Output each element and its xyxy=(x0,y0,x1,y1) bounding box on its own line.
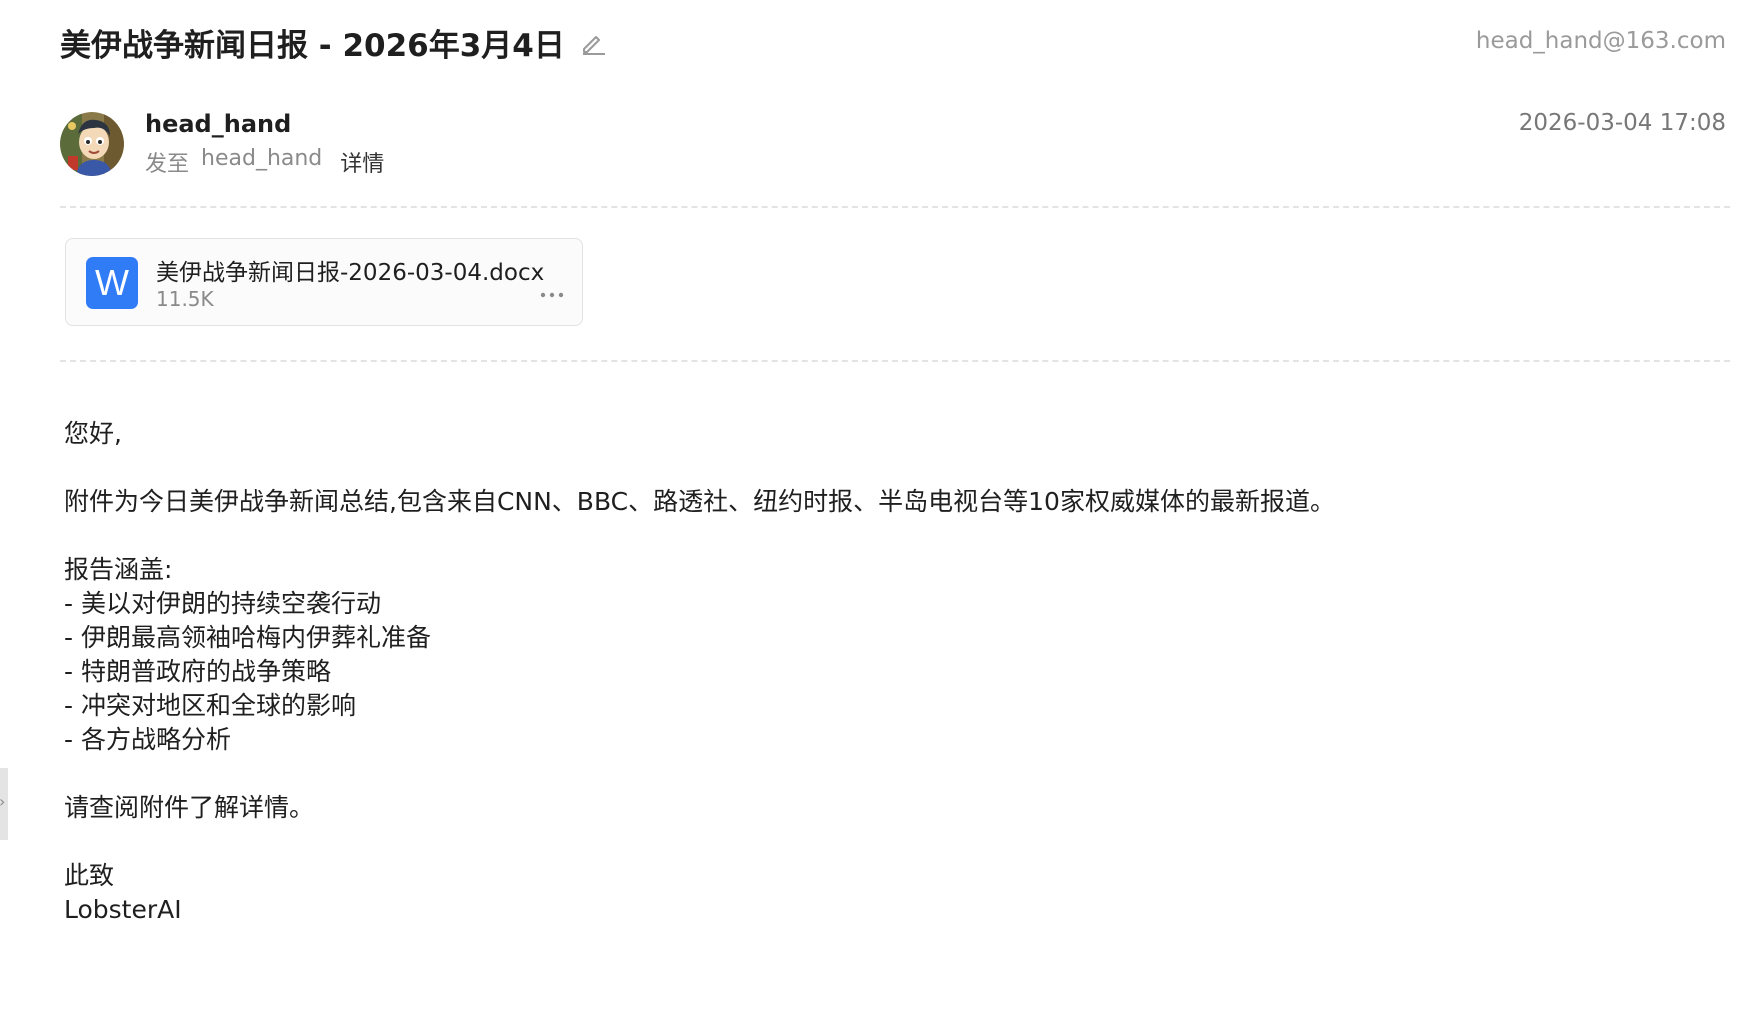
body-signature: LobsterAI xyxy=(64,895,182,924)
email-body: 您好, 附件为今日美伊战争新闻总结,包含来自CNN、BBC、路透社、纽约时报、半… xyxy=(64,417,1335,927)
sidebar-expand-tab[interactable]: › xyxy=(0,768,8,840)
sender-avatar[interactable] xyxy=(60,112,124,176)
body-report-heading: 报告涵盖: xyxy=(64,555,173,584)
attachment-filename[interactable]: 美伊战争新闻日报-2026-03-04.docx xyxy=(156,253,544,287)
recipient-name[interactable]: head_hand xyxy=(201,146,322,178)
subject-text: 美伊战争新闻日报 - 2026年3月4日 xyxy=(60,27,565,64)
more-horizontal-icon[interactable] xyxy=(538,285,566,305)
list-item: - 伊朗最高领袖哈梅内伊葬礼准备 xyxy=(64,623,431,652)
recipient-line: 发至 head_hand 详情 xyxy=(145,146,384,178)
list-item: - 各方战略分析 xyxy=(64,725,231,754)
attachment-divider xyxy=(60,360,1730,362)
list-item: - 美以对伊朗的持续空袭行动 xyxy=(64,589,381,618)
body-closing: 请查阅附件了解详情。 xyxy=(64,793,315,822)
body-greeting: 您好, xyxy=(64,419,122,448)
account-email: head_hand@163.com xyxy=(1475,28,1726,54)
pencil-icon[interactable] xyxy=(579,28,607,56)
email-subject: 美伊战争新闻日报 - 2026年3月4日 xyxy=(60,18,607,66)
to-prefix: 发至 xyxy=(145,152,190,177)
email-date: 2026-03-04 17:08 xyxy=(1518,110,1726,136)
body-intro: 附件为今日美伊战争新闻总结,包含来自CNN、BBC、路透社、纽约时报、半岛电视台… xyxy=(64,487,1335,516)
details-link[interactable]: 详情 xyxy=(340,146,384,178)
header-divider xyxy=(60,206,1730,208)
attachment-size: 11.5K xyxy=(156,287,214,311)
list-item: - 特朗普政府的战争策略 xyxy=(64,657,331,686)
sender-name[interactable]: head_hand xyxy=(145,110,291,138)
body-regards: 此致 xyxy=(64,861,115,890)
word-document-icon: W xyxy=(86,257,138,309)
attachment-card[interactable]: W 美伊战争新闻日报-2026-03-04.docx 11.5K xyxy=(65,238,583,326)
chevron-right-icon: › xyxy=(0,792,5,811)
list-item: - 冲突对地区和全球的影响 xyxy=(64,691,356,720)
